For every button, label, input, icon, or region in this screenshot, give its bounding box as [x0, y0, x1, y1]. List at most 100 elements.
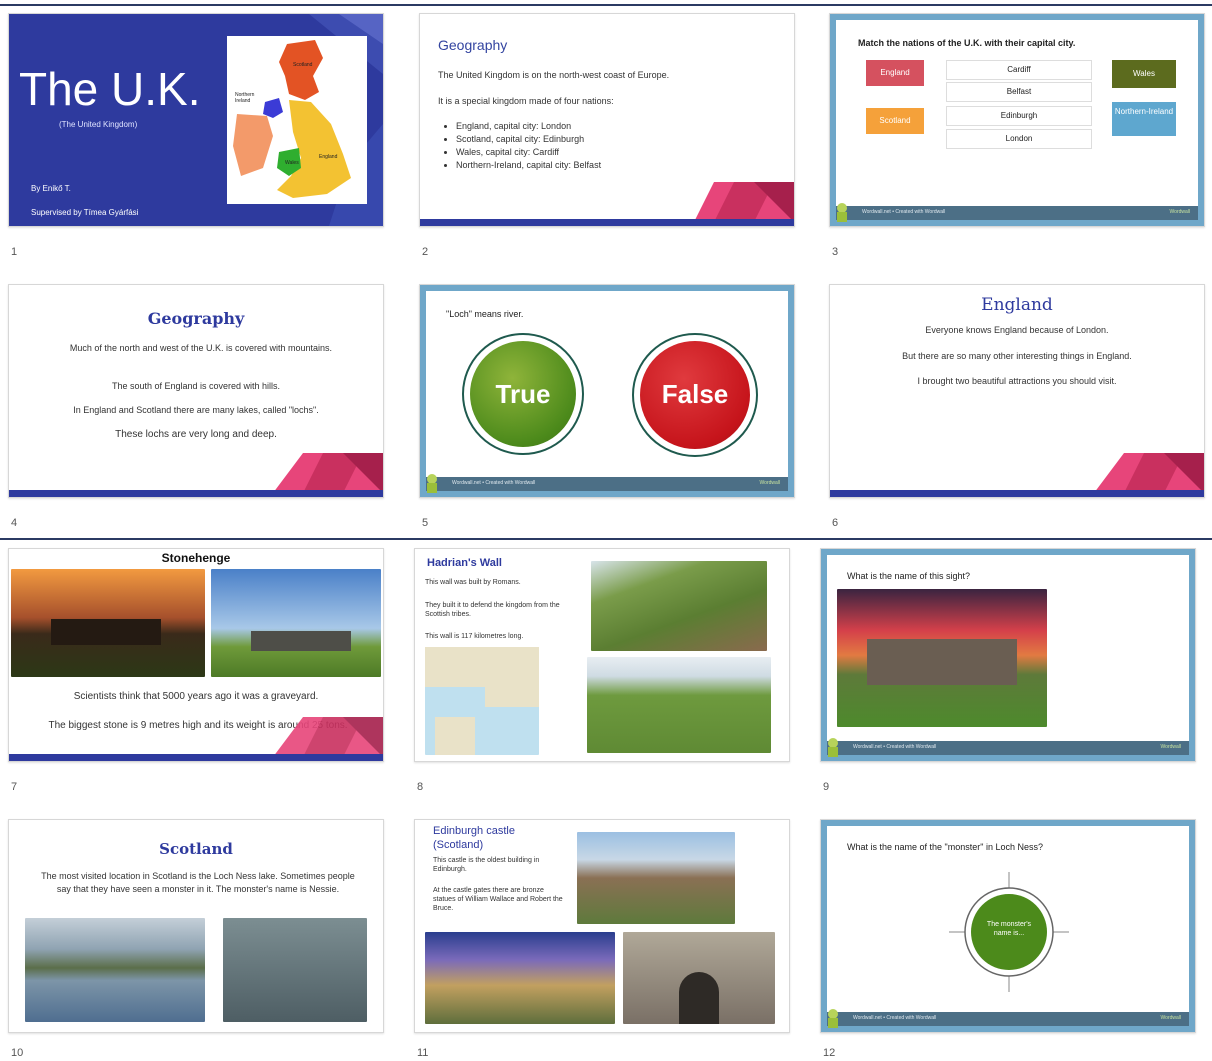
footer-brand: Wordwall	[1160, 744, 1181, 750]
paragraph-2: They built it to defend the kingdom from…	[425, 602, 560, 618]
slide-title: Scotland	[159, 840, 233, 858]
question-text: "Loch" means river.	[446, 309, 524, 319]
corner-decoration-icon	[1094, 453, 1204, 493]
list-item: England, capital city: London	[456, 120, 601, 133]
mascot-icon	[837, 203, 847, 222]
footer-text: Wordwall.net • Created with Wordwall	[853, 744, 937, 750]
answer-button[interactable]: The monster's name is...	[979, 920, 1039, 938]
map-label-scotland: Scotland	[293, 62, 313, 68]
footer-brand: Wordwall	[1160, 1015, 1181, 1021]
edinburgh-castle-photo	[577, 832, 735, 924]
activity-footer: Wordwall.net • Created with Wordwall Word…	[836, 206, 1198, 220]
paragraph-1: The most visited location in Scotland is…	[41, 871, 355, 894]
paragraph-2: The south of England is covered with hil…	[111, 381, 281, 391]
slide-number: 11	[417, 1047, 429, 1059]
activity-footer: Wordwall.net • Created with Wordwall Word…	[827, 741, 1189, 755]
slide-number: 7	[11, 781, 18, 793]
corner-decoration-icon	[694, 182, 794, 222]
slide-thumbnail-8[interactable]: Hadrian's Wall This wall was built by Ro…	[414, 548, 790, 762]
paragraph-2: It is a special kingdom made of four nat…	[438, 96, 614, 106]
wall-landscape-photo	[587, 657, 771, 753]
slide-title: The U.K.	[19, 63, 201, 115]
match-box-england: England	[866, 60, 924, 86]
slide-thumbnail-2[interactable]: Geography The United Kingdom is on the n…	[419, 13, 795, 227]
footer-text: Wordwall.net • Created with Wordwall	[862, 209, 946, 215]
supervisor-text: Supervised by Tímea Gyárfási	[31, 208, 139, 217]
list-item: Scotland, capital city: Edinburgh	[456, 133, 601, 146]
city-belfast: Belfast	[946, 82, 1092, 102]
list-item: Northern-Ireland, capital city: Belfast	[456, 159, 601, 172]
uk-map: Scotland Northern Ireland Wales England	[227, 36, 367, 204]
map-label-wales: Wales	[285, 160, 299, 166]
slide-thumbnail-5[interactable]: "Loch" means river. True False Wordwall.…	[419, 284, 795, 498]
slide-number: 1	[11, 246, 18, 258]
map-label-northern-ireland: Northern Ireland	[235, 92, 255, 104]
slide-number: 6	[832, 517, 839, 529]
footer-brand: Wordwall	[1169, 209, 1190, 215]
footer-brand: Wordwall	[759, 480, 780, 486]
slide-number: 3	[832, 246, 839, 258]
question-text: Match the nations of the U.K. with their…	[858, 38, 1076, 48]
list-item: Wales, capital city: Cardiff	[456, 146, 601, 159]
slide-thumbnail-12[interactable]: What is the name of the "monster" in Loc…	[820, 819, 1196, 1033]
slide-thumbnail-10[interactable]: Scotland The most visited location in Sc…	[8, 819, 384, 1033]
activity-footer: Wordwall.net • Created with Wordwall Word…	[426, 477, 788, 491]
slide-title: Edinburgh castle (Scotland)	[433, 825, 515, 851]
paragraph-1: This wall was built by Romans.	[425, 579, 521, 586]
slide-title: Geography	[438, 37, 508, 53]
slide-number: 5	[422, 517, 429, 529]
nessie-photo	[223, 918, 367, 1022]
slide-number: 10	[11, 1047, 24, 1059]
bottom-bar	[9, 754, 383, 761]
paragraph-4: These lochs are very long and deep.	[115, 429, 277, 440]
question-text: What is the name of this sight?	[847, 571, 971, 581]
stonehenge-sunset-photo	[11, 569, 205, 677]
slide-title: England	[981, 295, 1053, 315]
match-box-scotland: Scotland	[866, 108, 924, 134]
slide-thumbnail-4[interactable]: Geography Much of the north and west of …	[8, 284, 384, 498]
false-button[interactable]: False	[632, 333, 758, 457]
section-divider-top	[0, 4, 1212, 6]
paragraph-3: This wall is 117 kilometres long.	[425, 633, 524, 640]
slide-thumbnail-9[interactable]: What is the name of this sight? Wordwall…	[820, 548, 1196, 762]
map-label-england: England	[319, 154, 338, 160]
slide-number: 12	[823, 1047, 836, 1059]
true-label: True	[495, 379, 551, 409]
footer-text: Wordwall.net • Created with Wordwall	[452, 480, 536, 486]
stonehenge-day-photo	[211, 569, 381, 677]
nations-list: England, capital city: London Scotland, …	[440, 120, 601, 172]
question-text: What is the name of the "monster" in Loc…	[847, 842, 1043, 852]
section-divider-middle	[0, 538, 1212, 540]
slide-thumbnail-3[interactable]: Match the nations of the U.K. with their…	[829, 13, 1205, 227]
slide-number: 4	[11, 517, 18, 529]
castle-gate-photo	[623, 932, 775, 1024]
paragraph-3: In England and Scotland there are many l…	[73, 405, 319, 415]
hadrians-wall-map	[425, 647, 539, 755]
mascot-icon	[828, 1009, 838, 1028]
slide-subtitle: (The United Kingdom)	[59, 120, 138, 129]
slide-title: Stonehenge	[161, 551, 231, 565]
edinburgh-skyline-photo	[425, 932, 615, 1024]
slide-title: Hadrian's Wall	[427, 557, 502, 569]
corner-decoration-icon	[273, 453, 383, 493]
paragraph-3: I brought two beautiful attractions you …	[917, 376, 1117, 386]
paragraph-1: This castle is the oldest building in Ed…	[433, 857, 540, 873]
slide-thumbnail-6[interactable]: England Everyone knows England because o…	[829, 284, 1205, 498]
city-cardiff: Cardiff	[946, 60, 1092, 80]
corner-decoration-icon	[273, 717, 383, 757]
match-box-northern-ireland: Northern-Ireland	[1112, 102, 1176, 136]
false-label: False	[661, 379, 729, 409]
slide-number: 9	[823, 781, 830, 793]
wall-ruins-photo	[591, 561, 767, 651]
true-button[interactable]: True	[462, 333, 584, 455]
city-london: London	[946, 129, 1092, 149]
match-box-wales: Wales	[1112, 60, 1176, 88]
author-text: By Enikő T.	[31, 184, 71, 193]
bottom-bar	[830, 490, 1204, 497]
slide-thumbnail-1[interactable]: The U.K. (The United Kingdom) By Enikő T…	[8, 13, 384, 227]
stonehenge-question-photo	[837, 589, 1047, 727]
footer-text: Wordwall.net • Created with Wordwall	[853, 1015, 937, 1021]
bottom-bar	[9, 490, 383, 497]
slide-thumbnail-11[interactable]: Edinburgh castle (Scotland) This castle …	[414, 819, 790, 1033]
slide-thumbnail-7[interactable]: Stonehenge Scientists think that 5000 ye…	[8, 548, 384, 762]
